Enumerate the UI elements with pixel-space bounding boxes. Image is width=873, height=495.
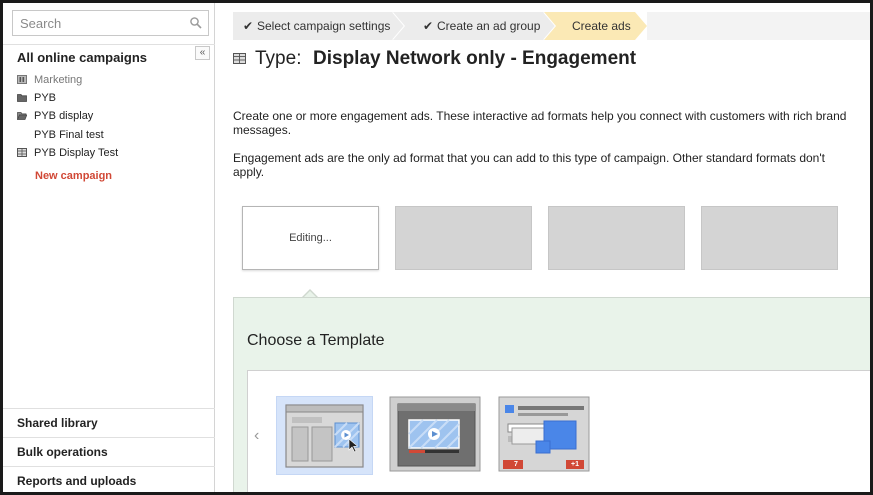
carousel-prev-arrow[interactable]: ‹ [254, 427, 259, 445]
campaign-label: PYB Final test [34, 129, 104, 141]
check-icon: ✔ [243, 19, 254, 33]
check-icon: ✔ [423, 19, 434, 33]
type-label: Type: [255, 48, 302, 69]
choose-template-title: Choose a Template [247, 332, 385, 349]
shared-library-link[interactable]: Shared library [17, 416, 98, 430]
sidebar-divider [3, 408, 215, 409]
template-panel: Choose a Template ‹ 7 +1 [233, 297, 870, 492]
template-video-overlay-preview [285, 404, 364, 468]
campaign-label: PYB [34, 92, 57, 104]
campaign-label: PYB Display Test [34, 147, 119, 159]
ad-thumbnail-placeholder[interactable] [395, 206, 532, 270]
step-label: Select campaign settings [257, 19, 391, 33]
reports-and-uploads-link[interactable]: Reports and uploads [17, 474, 136, 488]
template-video-dark-preview [389, 396, 481, 472]
grid-icon [17, 148, 27, 157]
paused-campaign-icon [17, 75, 27, 84]
ad-thumbnail-placeholder[interactable] [701, 206, 838, 270]
app-frame: Search All online campaigns « Marketing … [0, 0, 873, 495]
intro-paragraph: Create one or more engagement ads. These… [233, 109, 847, 137]
new-campaign-link[interactable]: New campaign [35, 170, 112, 182]
comment-count: 7 [514, 461, 518, 468]
sidebar: Search All online campaigns « Marketing … [3, 3, 215, 492]
editing-label: Editing... [289, 232, 332, 244]
template-carousel: ‹ 7 +1 [247, 370, 870, 492]
sidebar-divider [3, 466, 215, 467]
breadcrumb: ✔ Select campaign settings ✔ Create an a… [233, 12, 870, 40]
step-label: Create ads [572, 19, 631, 33]
ad-thumbnail-editing[interactable]: Editing... [242, 206, 379, 270]
all-online-campaigns[interactable]: All online campaigns [17, 50, 147, 65]
template-video-dark[interactable] [389, 396, 486, 475]
plus-one-label: +1 [571, 461, 579, 468]
campaign-label: Marketing [34, 74, 83, 86]
folder-icon [17, 94, 27, 102]
template-social[interactable]: 7 +1 [498, 396, 595, 475]
collapse-sidebar-button[interactable]: « [195, 46, 210, 60]
step-label: Create an ad group [437, 19, 541, 33]
search-input[interactable]: Search [12, 10, 209, 36]
sidebar-divider [3, 437, 215, 438]
comment-badge [503, 460, 523, 469]
search-placeholder: Search [20, 16, 62, 31]
open-folder-icon [17, 112, 27, 120]
campaign-label: PYB display [34, 110, 94, 122]
grid-icon [233, 53, 246, 64]
search-icon[interactable] [189, 16, 203, 30]
info-paragraph: Engagement ads are the only ad format th… [233, 151, 825, 179]
sidebar-divider [3, 44, 215, 45]
template-video-overlay[interactable] [276, 396, 373, 475]
bulk-operations-link[interactable]: Bulk operations [17, 445, 108, 459]
ad-thumbnail-placeholder[interactable] [548, 206, 685, 270]
type-value: Display Network only - Engagement [313, 48, 637, 69]
